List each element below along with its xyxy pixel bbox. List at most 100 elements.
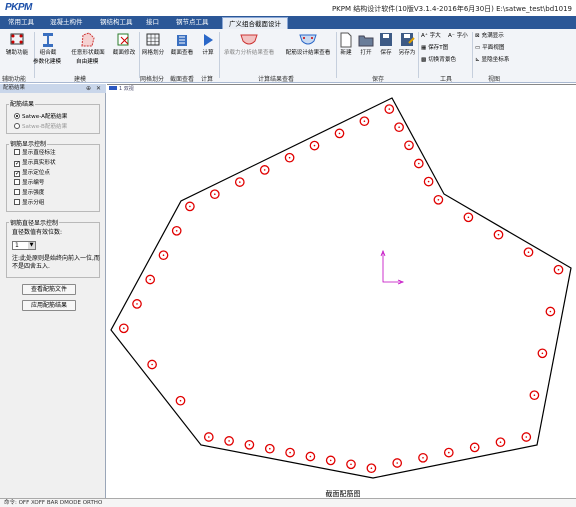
tab-interface[interactable]: 接口 (140, 16, 165, 29)
apply-rebar-button[interactable]: 应用配筋结果 (22, 300, 76, 311)
edit-section-icon (117, 33, 129, 46)
section-outline (110, 97, 572, 479)
close-icon[interactable]: ✕ (96, 84, 101, 93)
rebar-center-dot (533, 394, 536, 397)
show-group-checkbox[interactable]: 显示分组 (14, 199, 44, 207)
aux-rebar-button[interactable]: 辅助功能 (2, 31, 32, 57)
modify-section-label: 截面修改 (112, 50, 136, 56)
background-icon: ▩ (421, 57, 427, 63)
radio-icon (14, 123, 20, 129)
rebar-center-dot (208, 436, 210, 438)
satwe-b-radio[interactable]: Satwe-B配筋结果 (14, 123, 67, 131)
rebar-center-dot (499, 441, 502, 444)
rebar-result-button[interactable]: 配筋设计结果查看 (281, 31, 335, 57)
free-model-sub-label[interactable]: 自由建模 (76, 58, 98, 66)
satwe-b-label: Satwe-B配筋结果 (22, 124, 68, 130)
checkbox-icon (14, 189, 20, 195)
switch-bg-label: 切换背景色 (428, 57, 457, 63)
tab-section-design[interactable]: 广义组合截面设计 (222, 17, 288, 29)
plan-icon: ▭ (475, 45, 481, 51)
modify-section-button[interactable]: 截面修改 (110, 31, 138, 57)
pin-icon[interactable]: ⊕ (86, 84, 91, 93)
rebar-center-dot (289, 451, 291, 454)
fit-view-button[interactable]: ⊠ 充满显示 (475, 32, 504, 40)
rebar-center-dot (136, 303, 138, 305)
free-model-button[interactable]: 任意形状截面 (66, 31, 110, 57)
rebar-center-dot (313, 144, 316, 147)
save-t-button[interactable]: ▦ 保存T图 (421, 44, 448, 52)
command-line[interactable]: 命令: OFF XOFF BAR DMODE ORTHO (0, 498, 576, 507)
font-bigger-button[interactable]: A⁺ 字大 (421, 32, 441, 40)
rebar-layer (118, 104, 564, 474)
group-label-save: 保存 (372, 76, 385, 83)
drawing-canvas[interactable]: 1 双视 截面配筋图 (107, 84, 576, 498)
rebar-center-dot (437, 199, 440, 201)
compound-section-icon (43, 33, 53, 47)
free-model-label-1: 任意形状截面 (71, 50, 105, 56)
show-strength-checkbox[interactable]: 显示强度 (14, 189, 44, 197)
rebar-icon (10, 33, 24, 45)
view-rebar-file-button[interactable]: 查看配筋文件 (22, 284, 76, 295)
mesh-label: 网格划分 (141, 50, 165, 56)
rebar-center-dot (151, 363, 153, 366)
param-model-sub-label[interactable]: 参数化建模 (33, 58, 61, 66)
save-image-icon: ▦ (421, 45, 427, 51)
free-shape-icon (81, 32, 95, 47)
tab-steel-tools[interactable]: 钢结构工具 (94, 16, 139, 29)
display-group-label: 钢筋显示控制 (9, 139, 48, 148)
satwe-a-radio[interactable]: Satwe-A配筋结果 (14, 113, 67, 121)
new-button[interactable]: 新建 (336, 31, 356, 57)
rebar-center-dot (497, 233, 500, 236)
group-label-tools: 工具 (440, 76, 453, 83)
open-button[interactable]: 打开 (356, 31, 376, 57)
show-number-label: 显示编号 (22, 180, 45, 186)
rebar-result-label: 配筋设计结果查看 (285, 50, 331, 56)
save-as-button[interactable]: 另存为 (396, 31, 418, 57)
title-bar: PKPM PKPM 结构设计软件(10版V3.1.4-2016年6月30日) E… (0, 0, 576, 16)
section-view-button[interactable]: 截面查看 (168, 31, 196, 57)
show-number-checkbox[interactable]: 显示编号 (14, 179, 44, 187)
show-diameter-checkbox[interactable]: 显示直径标注 (14, 149, 56, 157)
coordinate-axes (380, 249, 405, 285)
tab-steel-joint[interactable]: 钢节点工具 (170, 16, 215, 29)
digits-label: 直径数值有效位数: (12, 229, 63, 236)
rebar-center-dot (189, 205, 191, 208)
rebar-result-panel: 配筋结果 ⊕ ✕ 配筋结果 Satwe-A配筋结果 Satwe-B配筋结果 钢筋… (0, 84, 106, 498)
rebar-center-dot (329, 459, 332, 462)
checkbox-icon (14, 149, 20, 155)
rebar-center-dot (396, 462, 399, 464)
checkbox-checked-icon: ✓ (14, 160, 21, 167)
mesh-button[interactable]: 网格划分 (139, 31, 167, 57)
save-button[interactable]: 保存 (376, 31, 396, 57)
radio-selected-icon (14, 113, 20, 119)
font-smaller-button[interactable]: A⁻ 字小 (448, 32, 468, 40)
rebar-center-dot (248, 444, 251, 446)
ribbon: 辅助功能 组合截 参数化建模 任意形状截面 自由建模 截面修改 建模 网格划分 … (0, 29, 576, 83)
group-label-aux: 辅助功能 (2, 76, 27, 83)
open-label: 打开 (360, 50, 372, 56)
plan-view-button[interactable]: ▭ 平面视图 (475, 44, 504, 52)
param-model-button[interactable]: 组合截 (34, 31, 62, 57)
tab-common-tools[interactable]: 常用工具 (2, 16, 40, 29)
digits-select[interactable]: 1 ▼ (12, 241, 36, 250)
show-real-shape-checkbox[interactable]: ✓ 显示真实形状 (14, 159, 56, 167)
result-group-label: 配筋结果 (9, 99, 36, 108)
building-icon (177, 35, 187, 46)
tab-concrete[interactable]: 混凝土构件 (44, 16, 89, 29)
rounding-note: 注:此处原则是始终向前入一位,而不是四舍五入. (12, 255, 100, 270)
show-anchor-checkbox[interactable]: ✓ 显示定位点 (14, 169, 50, 177)
rebar-center-dot (418, 162, 420, 165)
rebar-center-dot (214, 193, 216, 195)
toggle-axes-button[interactable]: ⊾ 显隐坐标系 (475, 56, 509, 64)
rebar-center-dot (228, 440, 230, 442)
force-ratio-button[interactable]: 承载力分析结果查看 (219, 31, 279, 57)
group-label-results: 计算结果查看 (258, 76, 295, 83)
calc-button[interactable]: 计算 (197, 31, 219, 57)
switch-bg-button[interactable]: ▩ 切换背景色 (421, 56, 456, 64)
digits-value: 1 (15, 242, 19, 249)
font-bigger-label: 字大 (429, 33, 441, 39)
rebar-center-dot (338, 132, 341, 135)
show-real-shape-label: 显示真实形状 (22, 160, 56, 166)
rebar-center-dot (288, 156, 291, 159)
mesh-grid-icon (146, 33, 160, 46)
